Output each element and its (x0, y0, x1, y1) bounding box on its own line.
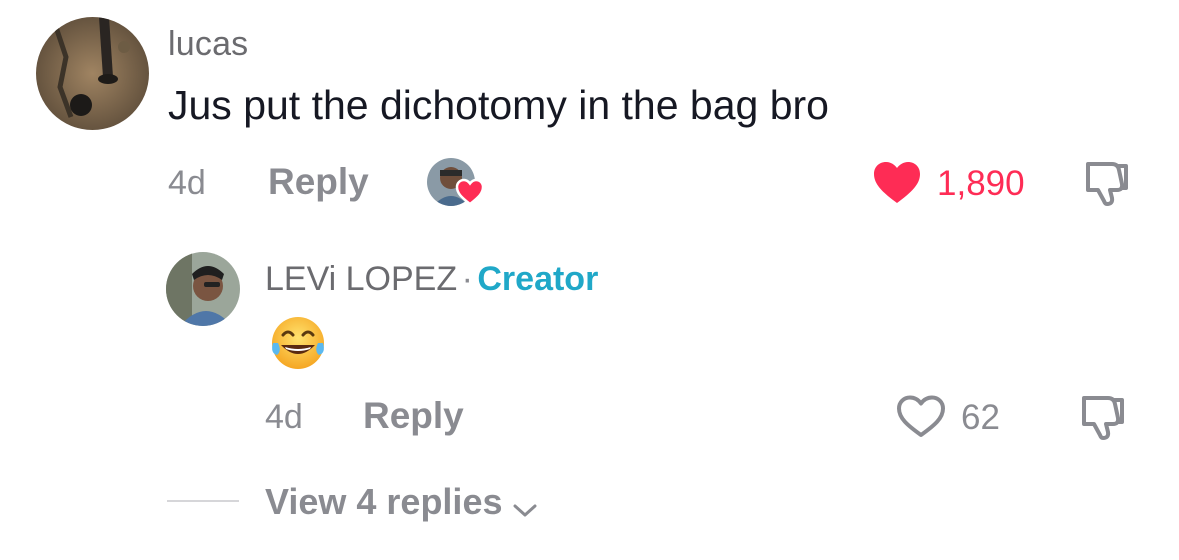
comment-username[interactable]: lucas (168, 25, 248, 64)
view-replies-divider (167, 500, 239, 502)
view-replies-label: View 4 replies (265, 481, 503, 522)
reply-reply-button[interactable]: Reply (363, 395, 464, 437)
avatar-lucas[interactable] (36, 17, 149, 130)
comment-reply-button[interactable]: Reply (268, 161, 369, 203)
comment-like-count: 1,890 (937, 164, 1025, 203)
chevron-down-icon (513, 504, 537, 517)
reply-timestamp: 4d (265, 398, 303, 436)
creator-badge: Creator (477, 260, 599, 298)
thumbs-down-icon[interactable] (1082, 158, 1132, 208)
creator-heart-icon (455, 178, 485, 206)
thumbs-down-icon[interactable] (1078, 392, 1128, 442)
heart-filled-icon[interactable] (872, 160, 922, 205)
comment-timestamp: 4d (168, 164, 206, 202)
tears-of-joy-emoji (272, 317, 324, 369)
creator-liked-indicator (427, 158, 487, 208)
reply-separator: · (461, 260, 473, 298)
reply-header: LEVi LOPEZ · Creator (265, 260, 598, 299)
heart-outline-icon[interactable] (896, 394, 946, 439)
reply-text: 😂 (268, 313, 328, 373)
reply-username[interactable]: LEVi LOPEZ (265, 260, 457, 298)
view-replies-button[interactable]: View 4 replies (265, 481, 539, 523)
reply-like-count: 62 (961, 398, 1000, 437)
avatar-levi-lopez[interactable] (166, 252, 240, 326)
comment-text: Jus put the dichotomy in the bag bro (168, 82, 829, 128)
